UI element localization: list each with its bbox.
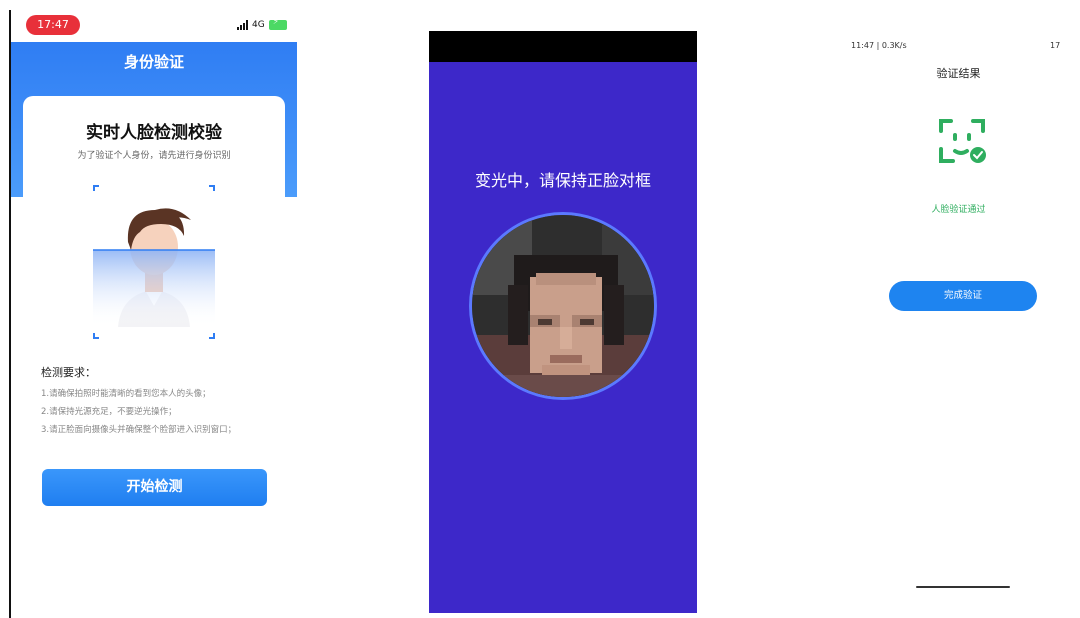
frame-corner	[209, 185, 215, 191]
frame-corner	[93, 185, 99, 191]
frame-corner	[209, 333, 215, 339]
home-indicator[interactable]	[916, 586, 1010, 588]
face-verified-icon	[939, 119, 986, 163]
requirement-item: 2.请保持光源充足，不要逆光操作；	[41, 407, 177, 417]
status-speed: 11:47 | 0.3K/s	[851, 41, 907, 50]
battery-charging-icon	[268, 17, 287, 30]
network-type: 4G	[252, 20, 265, 30]
result-page-title: 验证结果	[936, 67, 981, 80]
screen-identity-verification: 17:47 4G 身份验证 实时人脸检测校验 为了验证个人身份，请先进行身份识别	[11, 12, 297, 618]
face-preview	[469, 212, 657, 400]
pixelated-face-icon	[472, 215, 654, 397]
camera-top-bar	[429, 31, 697, 62]
requirement-item: 3.请正脸面向摄像头并确保整个脸部进入识别窗口；	[41, 425, 237, 435]
status-indicators: 4G	[237, 17, 287, 30]
screen-verification-result: 11:47 | 0.3K/s 17 验证结果 人脸验证通过 完成验证	[837, 38, 1080, 618]
result-message: 人脸验证通过	[931, 205, 986, 215]
requirement-item: 1.请确保拍照时能清晰的看到您本人的头像；	[41, 389, 211, 399]
screen-face-capture: 变光中，请保持正脸对框	[429, 31, 697, 613]
status-time: 17:47	[26, 15, 80, 35]
finish-verification-button[interactable]: 完成验证	[889, 281, 1037, 311]
capture-prompt: 变光中，请保持正脸对框	[474, 171, 651, 190]
status-bar: 17:47 4G	[11, 12, 297, 42]
page-title: 身份验证	[123, 53, 184, 71]
frame-corner	[93, 333, 99, 339]
detection-card	[23, 96, 285, 616]
card-title: 实时人脸检测校验	[86, 123, 222, 143]
signal-icon	[237, 20, 248, 30]
status-battery: 17	[1050, 41, 1061, 50]
card-subtitle: 为了验证个人身份，请先进行身份识别	[77, 151, 231, 161]
requirements-title: 检测要求：	[41, 366, 96, 379]
avatar-illustration-icon	[93, 208, 215, 327]
start-detection-button[interactable]: 开始检测	[42, 469, 267, 506]
